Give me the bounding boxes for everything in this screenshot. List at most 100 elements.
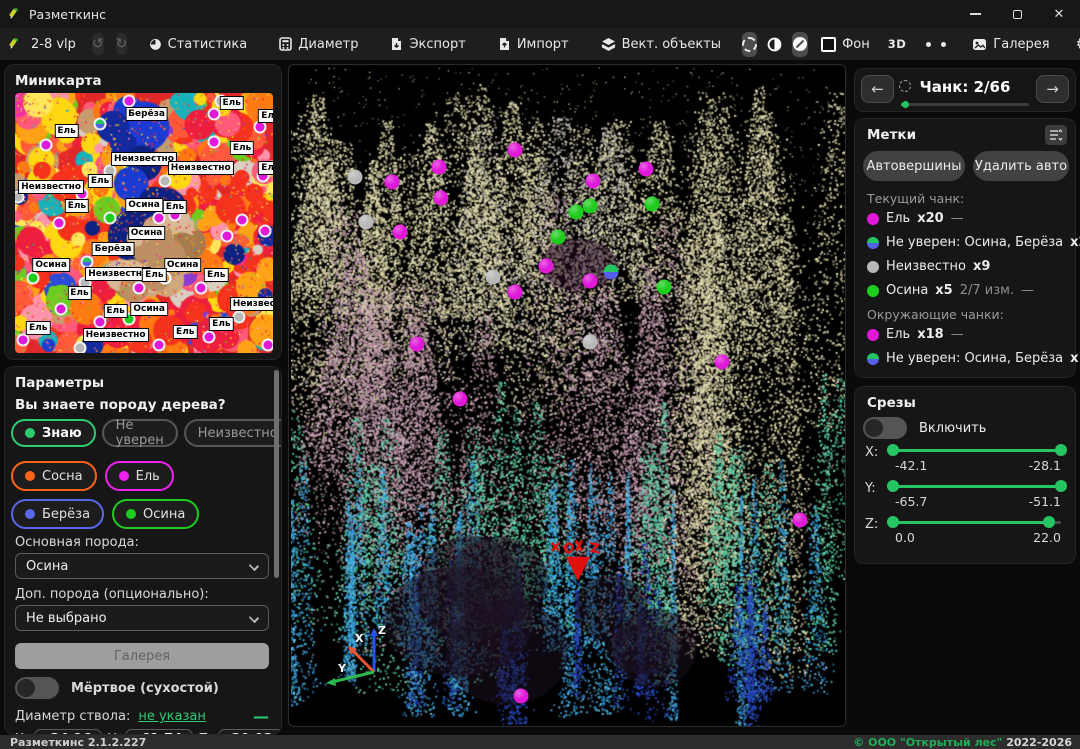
tree-top-marker[interactable] (452, 392, 467, 407)
minimap-tree-marker[interactable] (39, 139, 52, 152)
mark-list-item[interactable]: Осинаx52/7 изм.— (867, 283, 1034, 298)
minimap-tree-marker[interactable] (261, 339, 273, 352)
mark-list-item[interactable]: Не уверен: Осина, Берёзаx2 (867, 235, 1080, 250)
pointcloud-viewport[interactable]: Z X Y (288, 64, 846, 727)
tree-top-marker[interactable] (551, 230, 566, 245)
contrast-toggle[interactable] (767, 32, 782, 57)
tree-top-marker[interactable] (409, 336, 424, 351)
extra-species-select[interactable]: Не выбрано (15, 605, 269, 631)
tree-top-marker[interactable] (431, 160, 446, 175)
minimap-tree-marker[interactable] (27, 271, 40, 284)
tree-top-marker[interactable] (569, 204, 584, 219)
chunk-progress-track[interactable] (901, 103, 1029, 106)
tree-top-marker[interactable] (583, 334, 598, 349)
minimap-tree-marker[interactable] (207, 107, 220, 120)
undo-button[interactable]: ↺ (92, 33, 104, 55)
minimap-tree-marker[interactable] (259, 224, 272, 237)
tree-top-marker[interactable] (583, 274, 598, 289)
minimap-tree-marker[interactable] (158, 175, 171, 188)
slider-handle-max[interactable] (1055, 480, 1067, 492)
tree-top-marker[interactable] (715, 355, 730, 370)
statistics-button[interactable]: ◕ Статистика (143, 33, 253, 55)
settings-gear-button[interactable]: ⚙ (1076, 36, 1080, 52)
species-aspen[interactable]: Осина (112, 499, 199, 529)
minimap-tree-marker[interactable] (122, 94, 135, 107)
minimap-tree-marker[interactable] (104, 211, 117, 224)
tree-top-marker[interactable] (638, 162, 653, 177)
import-button[interactable]: Импорт (492, 34, 575, 55)
slider-track[interactable] (893, 449, 1061, 452)
diameter-button[interactable]: Диаметр (273, 34, 364, 55)
redo-button[interactable]: ↻ (116, 33, 128, 55)
auto-peaks-button[interactable]: Автовершины (863, 151, 965, 181)
minimap-tree-marker[interactable] (52, 217, 65, 230)
slider-track[interactable] (893, 485, 1061, 488)
minimap-tree-marker[interactable] (132, 282, 145, 295)
minimap-tree-marker[interactable] (233, 310, 246, 323)
tree-top-marker[interactable] (359, 214, 374, 229)
minimap-tree-marker[interactable] (236, 214, 249, 227)
slider-handle-min[interactable] (887, 480, 899, 492)
compass-toggle[interactable] (792, 32, 808, 57)
dead-tree-toggle[interactable] (15, 677, 59, 699)
mark-list-item[interactable]: Ельx18— (867, 327, 964, 342)
close-button[interactable]: ✕ (1038, 0, 1080, 28)
tree-top-marker[interactable] (604, 264, 619, 279)
link-points-button[interactable] (926, 42, 946, 47)
tree-top-marker[interactable] (585, 174, 600, 189)
tree-top-marker[interactable] (644, 197, 659, 212)
tree-top-marker[interactable] (384, 175, 399, 190)
mark-list-item[interactable]: Неизвестноx9 (867, 259, 990, 274)
minimap[interactable]: ЕльБерёзаЕльЕльЕльНеизвестноНеизвестноЕл… (15, 93, 273, 353)
tree-top-marker[interactable] (485, 270, 500, 285)
know-option-unsure[interactable]: Не уверен (102, 419, 178, 447)
minimap-tree-marker[interactable] (55, 302, 68, 315)
gallery-button[interactable]: Галерея (966, 34, 1055, 55)
mark-list-item[interactable]: Не уверен: Осина, Берёзаx1 (867, 351, 1080, 366)
species-birch[interactable]: Берёза (11, 499, 104, 529)
parameters-scrollbar[interactable] (274, 370, 279, 578)
minimap-tree-marker[interactable] (153, 339, 166, 352)
chunk-outline-toggle[interactable] (742, 32, 757, 57)
slices-enable-toggle[interactable] (863, 417, 907, 439)
slider-handle-min[interactable] (887, 444, 899, 456)
tree-top-marker[interactable] (507, 143, 522, 158)
slider-handle-max[interactable] (1055, 444, 1067, 456)
minimap-tree-marker[interactable] (220, 230, 233, 243)
tree-top-marker[interactable] (792, 512, 807, 527)
next-chunk-button[interactable]: → (1036, 75, 1069, 103)
main-species-select[interactable]: Осина (15, 553, 269, 579)
species-spruce[interactable]: Ель (105, 461, 174, 491)
tree-top-marker[interactable] (507, 284, 522, 299)
background-checkbox[interactable] (821, 37, 836, 52)
chunk-progress-knob[interactable] (902, 101, 909, 108)
minimap-tree-marker[interactable] (202, 331, 215, 344)
mode-3d-button[interactable]: 3D (888, 37, 907, 51)
minimap-tree-marker[interactable] (194, 282, 207, 295)
tree-gallery-button[interactable]: Галерея (15, 643, 269, 669)
export-button[interactable]: Экспорт (384, 34, 471, 55)
tree-top-marker[interactable] (538, 259, 553, 274)
maximize-button[interactable] (996, 0, 1038, 28)
tree-top-marker[interactable] (392, 224, 407, 239)
know-option-know[interactable]: Знаю (11, 419, 96, 447)
tree-top-marker[interactable] (513, 689, 528, 704)
slider-handle-min[interactable] (887, 516, 899, 528)
know-option-unknown[interactable]: Неизвестно (184, 419, 282, 447)
minimize-button[interactable] (954, 0, 996, 28)
minimap-tree-marker[interactable] (94, 118, 107, 131)
species-pine[interactable]: Сосна (11, 461, 97, 491)
tree-top-marker[interactable] (434, 191, 449, 206)
slider-track[interactable] (893, 521, 1061, 524)
slider-handle-max[interactable] (1043, 516, 1055, 528)
mark-list-item[interactable]: Ельx20— (867, 211, 964, 226)
minimap-tree-marker[interactable] (73, 341, 86, 353)
diameter-not-set-link[interactable]: не указан (138, 709, 206, 724)
sort-list-button[interactable] (1045, 125, 1067, 145)
minimap-tree-marker[interactable] (16, 334, 29, 347)
minimap-tree-marker[interactable] (207, 136, 220, 149)
tree-top-marker[interactable] (583, 199, 598, 214)
vector-objects-button[interactable]: Вект. объекты (595, 34, 727, 55)
tree-top-marker[interactable] (347, 170, 362, 185)
tree-top-marker[interactable] (656, 280, 671, 295)
